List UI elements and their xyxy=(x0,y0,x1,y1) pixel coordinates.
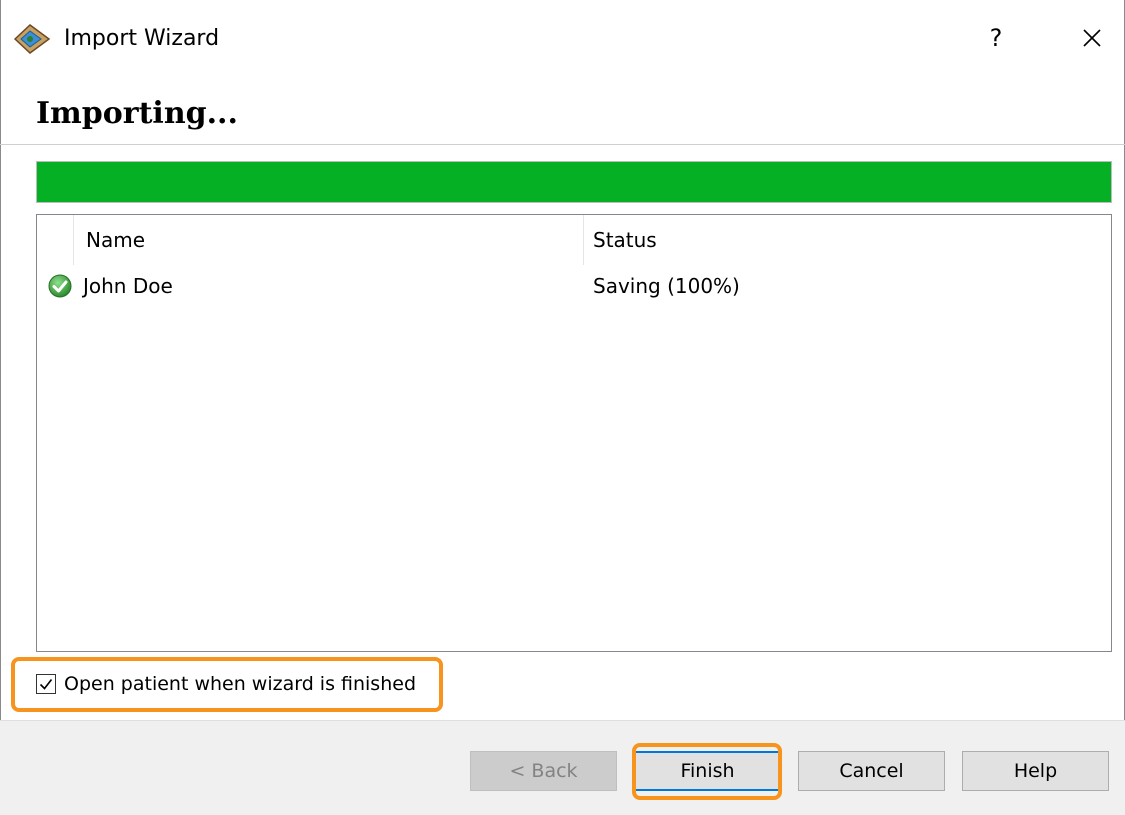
page-heading: Importing... xyxy=(36,96,238,131)
column-divider[interactable] xyxy=(73,215,74,265)
help-button[interactable]: Help xyxy=(962,751,1109,791)
row-status: Saving (100%) xyxy=(593,274,740,298)
app-icon xyxy=(12,22,52,56)
open-patient-label[interactable]: Open patient when wizard is finished xyxy=(64,670,416,698)
button-bar: < Back Finish Cancel Help xyxy=(0,720,1125,815)
green-check-icon xyxy=(47,273,73,299)
close-icon[interactable] xyxy=(1066,14,1118,62)
open-patient-checkbox[interactable] xyxy=(36,674,56,694)
import-progress-bar xyxy=(36,161,1112,203)
cancel-button[interactable]: Cancel xyxy=(798,751,945,791)
header-divider xyxy=(0,144,1125,145)
back-button[interactable]: < Back xyxy=(470,751,617,791)
title-bar[interactable]: Import Wizard ? xyxy=(0,0,1125,78)
window-title: Import Wizard xyxy=(64,26,220,51)
list-row[interactable]: John Doe Saving (100%) xyxy=(37,269,1111,305)
column-header-status[interactable]: Status xyxy=(593,227,657,253)
import-list[interactable]: Name Status John Doe Saving (100%) xyxy=(36,214,1112,652)
row-name: John Doe xyxy=(83,274,173,298)
column-header-name[interactable]: Name xyxy=(86,227,145,253)
title-help-button[interactable]: ? xyxy=(970,14,1022,62)
finish-button[interactable]: Finish xyxy=(634,751,781,791)
column-divider[interactable] xyxy=(583,215,584,265)
progress-fill xyxy=(37,162,1111,202)
import-wizard-dialog: Import Wizard ? Importing... Name Status xyxy=(0,0,1125,815)
window-border-left xyxy=(0,0,1,814)
list-header: Name Status xyxy=(37,215,1111,265)
